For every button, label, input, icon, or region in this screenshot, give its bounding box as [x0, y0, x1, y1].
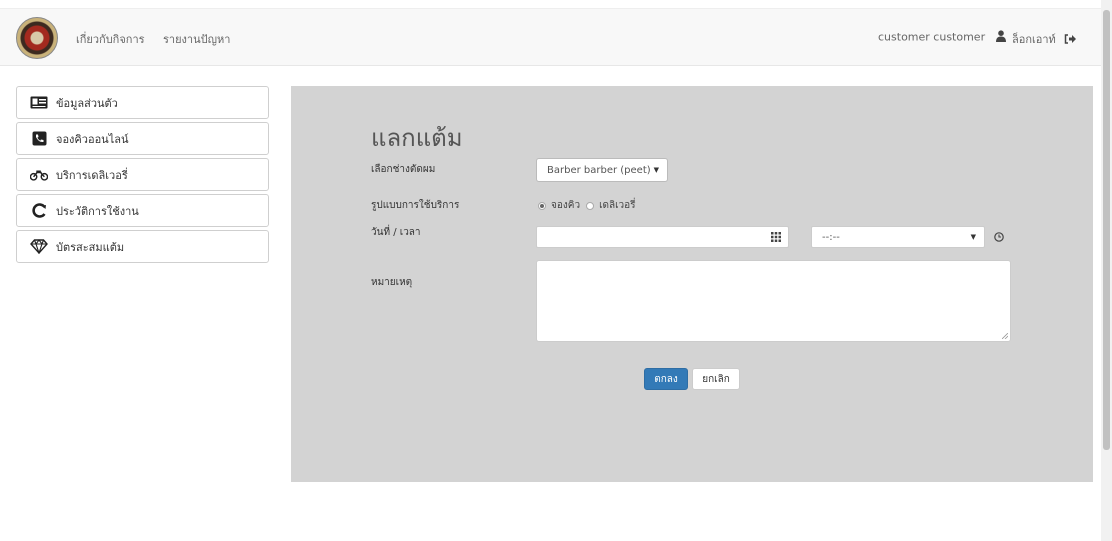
id-card-icon — [30, 95, 48, 111]
datetime-label: วันที่ / เวลา — [371, 227, 421, 238]
barber-label: เลือกช่างตัดผม — [371, 164, 436, 175]
radio-queue-label: จองคิว — [551, 200, 581, 211]
note-textarea[interactable] — [536, 260, 1011, 342]
cancel-button[interactable]: ยกเลิก — [692, 368, 740, 390]
logout-label: ล็อกเอาท์ — [1012, 33, 1056, 46]
logout-link[interactable]: ล็อกเอาท์ — [1012, 30, 1077, 48]
radio-delivery[interactable] — [586, 201, 595, 210]
top-navbar: เกี่ยวกับกิจการ รายงานปัญหา customer cus… — [0, 8, 1101, 66]
sidebar-item-profile[interactable]: ข้อมูลส่วนตัว — [16, 86, 269, 119]
sidebar-item-label: บริการเดลิเวอรี่ — [56, 168, 128, 182]
sign-out-icon — [1064, 33, 1077, 48]
motorcycle-icon — [30, 167, 48, 183]
user-name: customer customer — [878, 30, 986, 44]
time-select[interactable]: --:-- ▼ — [811, 226, 985, 248]
sidebar-item-label: จองคิวออนไลน์ — [56, 132, 129, 146]
sidebar-item-points-card[interactable]: บัตรสะสมแต้ม — [16, 230, 269, 263]
history-icon — [30, 203, 48, 219]
nav-link-about[interactable]: เกี่ยวกับกิจการ — [76, 30, 145, 48]
nav-link-report[interactable]: รายงานปัญหา — [163, 30, 230, 48]
user-menu[interactable]: customer customer — [878, 30, 1007, 45]
chevron-down-icon: ▼ — [970, 233, 976, 241]
radio-delivery-label: เดลิเวอรี่ — [599, 200, 636, 211]
redeem-points-panel: แลกแต้ม เลือกช่างตัดผม Barber barber (pe… — [291, 86, 1093, 482]
resize-handle-icon[interactable] — [1002, 333, 1008, 339]
note-label: หมายเหตุ — [371, 277, 413, 288]
phone-icon — [30, 131, 48, 147]
calendar-grid-icon[interactable] — [763, 226, 789, 248]
barber-select[interactable]: Barber barber (peet) ▼ — [536, 158, 668, 182]
sidebar-item-history[interactable]: ประวัติการใช้งาน — [16, 194, 269, 227]
sidebar-item-booking[interactable]: จองคิวออนไลน์ — [16, 122, 269, 155]
service-type-radio-group: จองคิว เดลิเวอรี่ — [536, 198, 636, 213]
sidebar-item-label: ประวัติการใช้งาน — [56, 204, 139, 218]
submit-button[interactable]: ตกลง — [644, 368, 688, 390]
radio-queue[interactable] — [538, 201, 546, 210]
time-select-value: --:-- — [822, 231, 840, 243]
sidebar-item-label: ข้อมูลส่วนตัว — [56, 96, 118, 110]
service-type-label: รูปแบบการใช้บริการ — [371, 200, 460, 211]
shop-logo[interactable] — [16, 17, 58, 59]
page-scrollbar[interactable] — [1101, 0, 1112, 541]
sidebar-item-delivery[interactable]: บริการเดลิเวอรี่ — [16, 158, 269, 191]
chevron-down-icon: ▼ — [653, 166, 659, 174]
scrollbar-thumb[interactable] — [1103, 10, 1110, 450]
date-input[interactable] — [536, 226, 789, 248]
sidebar-item-label: บัตรสะสมแต้ม — [56, 240, 125, 254]
diamond-icon — [30, 239, 48, 255]
sidebar-menu: ข้อมูลส่วนตัว จองคิวออนไลน์ บริการเดลิเว… — [16, 86, 269, 266]
page-title: แลกแต้ม — [371, 124, 463, 152]
user-icon — [995, 30, 1007, 45]
clock-icon[interactable] — [988, 226, 1010, 248]
barber-select-value: Barber barber (peet) — [547, 164, 651, 176]
